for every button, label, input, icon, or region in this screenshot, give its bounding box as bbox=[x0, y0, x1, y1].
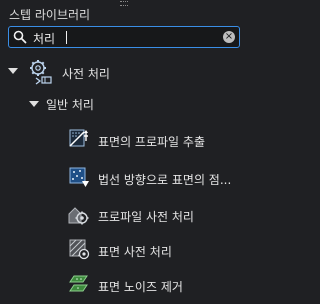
step-item-label: 표면 사전 처리 bbox=[98, 245, 172, 259]
surface-preprocess-icon bbox=[69, 239, 90, 260]
step-item[interactable]: 표면 노이즈 제거 bbox=[0, 270, 245, 300]
normal-direction-points-icon bbox=[69, 167, 89, 187]
surface-noise-removal-icon bbox=[69, 275, 88, 292]
search-icon bbox=[13, 30, 27, 44]
step-item[interactable]: 표면 사전 처리 bbox=[0, 236, 245, 266]
tree-subcategory-general[interactable]: 일반 처리 bbox=[0, 93, 245, 115]
search-input[interactable]: 처리 × bbox=[8, 26, 240, 48]
text-caret bbox=[66, 31, 67, 44]
step-item[interactable]: 표면의 프로파일 추출 bbox=[0, 125, 245, 155]
profile-preprocess-icon bbox=[68, 207, 89, 225]
surface-profile-extract-icon bbox=[69, 129, 88, 147]
step-item-label: 표면의 프로파일 추출 bbox=[98, 135, 205, 149]
tree-category-preprocess[interactable]: 사전 처리 bbox=[0, 58, 245, 88]
panel-drag-grip[interactable] bbox=[120, 1, 128, 6]
step-item-label: 법선 방향으로 표면의 점... bbox=[98, 173, 232, 187]
clear-icon[interactable]: × bbox=[223, 31, 235, 43]
tree-subcategory-label: 일반 처리 bbox=[46, 98, 94, 112]
step-item-label: 표면 노이즈 제거 bbox=[98, 280, 183, 294]
step-item[interactable]: 법선 방향으로 표면의 점... bbox=[0, 163, 245, 193]
step-library-panel: 스텝 라이브러리 처리 × 사전 처리 일반 처리 표면의 프로파일 추출 법선… bbox=[0, 0, 245, 304]
chevron-down-icon[interactable] bbox=[8, 68, 18, 74]
tree-category-label: 사전 처리 bbox=[62, 67, 110, 81]
panel-title: 스텝 라이브러리 bbox=[9, 8, 91, 22]
search-value[interactable]: 처리 bbox=[33, 30, 55, 47]
gear-process-icon bbox=[30, 60, 52, 85]
step-item-label: 프로파일 사전 처리 bbox=[98, 210, 194, 224]
chevron-down-icon[interactable] bbox=[29, 101, 39, 107]
step-item[interactable]: 프로파일 사전 처리 bbox=[0, 200, 245, 230]
